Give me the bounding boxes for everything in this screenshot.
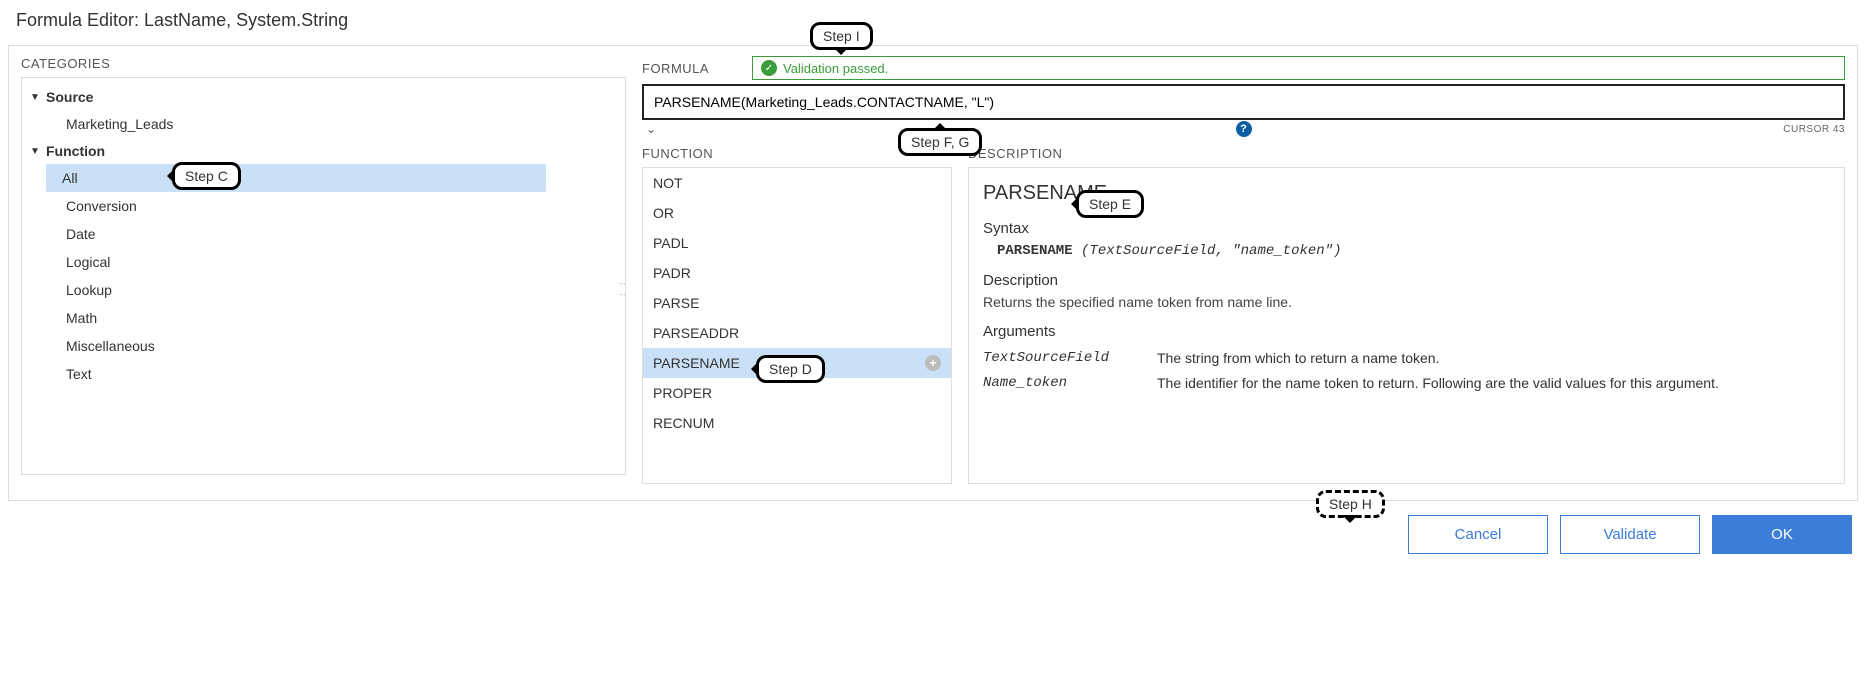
cancel-button[interactable]: Cancel — [1408, 515, 1548, 554]
validation-status: ✓ Validation passed. — [752, 56, 1845, 80]
source-item-marketing-leads[interactable]: Marketing_Leads — [26, 110, 621, 138]
callout-step-d: Step D — [756, 355, 825, 383]
check-icon: ✓ — [761, 60, 777, 76]
description-header: DESCRIPTION — [968, 146, 1845, 161]
function-item-parse[interactable]: PARSE — [643, 288, 951, 318]
callout-step-h: Step H — [1316, 490, 1385, 518]
main-panel: CATEGORIES ▼ Source Marketing_Leads ▼ Fu… — [8, 45, 1858, 501]
caret-down-icon: ▼ — [30, 92, 46, 103]
formula-column: FORMULA ✓ Validation passed. ⌄ ? CURSOR … — [642, 56, 1845, 484]
syntax-line: PARSENAME (TextSourceField, "name_token"… — [983, 241, 1830, 262]
desc-label: Description — [983, 270, 1830, 293]
function-item-conversion[interactable]: Conversion — [62, 192, 621, 220]
page-title: Formula Editor: LastName, System.String — [0, 0, 1866, 45]
chevron-down-icon[interactable]: ⌄ — [642, 122, 660, 136]
caret-down-icon: ▼ — [30, 146, 46, 157]
validate-button[interactable]: Validate — [1560, 515, 1700, 554]
function-item-miscellaneous[interactable]: Miscellaneous — [62, 332, 621, 360]
arg-desc: The string from which to return a name t… — [1157, 348, 1830, 369]
formula-label: FORMULA — [642, 61, 742, 76]
formula-input[interactable] — [642, 84, 1845, 120]
function-item-padl[interactable]: PADL — [643, 228, 951, 258]
syntax-label: Syntax — [983, 218, 1830, 241]
callout-step-fg: Step F, G — [898, 128, 982, 156]
function-item-parseaddr[interactable]: PARSEADDR — [643, 318, 951, 348]
plus-icon[interactable]: + — [925, 355, 941, 371]
function-item-not[interactable]: NOT — [643, 168, 951, 198]
categories-column: CATEGORIES ▼ Source Marketing_Leads ▼ Fu… — [21, 56, 626, 484]
tree-source[interactable]: ▼ Source — [26, 84, 621, 110]
function-item-logical[interactable]: Logical — [62, 248, 621, 276]
function-item-all[interactable]: All — [46, 164, 546, 192]
categories-box: ▼ Source Marketing_Leads ▼ Function All … — [21, 77, 626, 475]
desc-text: Returns the specified name token from na… — [983, 292, 1830, 313]
function-item-padr[interactable]: PADR — [643, 258, 951, 288]
callout-step-e: Step E — [1076, 190, 1144, 218]
function-item-text[interactable]: Text — [62, 360, 621, 388]
ok-button[interactable]: OK — [1712, 515, 1852, 554]
tree-function[interactable]: ▼ Function — [26, 138, 621, 164]
cursor-position: CURSOR 43 — [1783, 124, 1845, 135]
drag-handle-icon[interactable]: ⋮⋮ — [618, 278, 626, 300]
arg-name: Name_token — [983, 373, 1133, 394]
function-item-or[interactable]: OR — [643, 198, 951, 228]
function-item-lookup[interactable]: Lookup — [62, 276, 621, 304]
arg-row: Name_token The identifier for the name t… — [983, 373, 1830, 394]
categories-header: CATEGORIES — [21, 56, 626, 71]
function-item-recnum[interactable]: RECNUM — [643, 408, 951, 438]
callout-step-c: Step C — [172, 162, 241, 190]
callout-step-i: Step I — [810, 22, 873, 50]
arg-name: TextSourceField — [983, 348, 1133, 369]
function-item-more[interactable] — [643, 438, 951, 468]
function-list[interactable]: NOT OR PADL PADR PARSE PARSEADDR PARSENA… — [642, 167, 952, 484]
arg-row: TextSourceField The string from which to… — [983, 348, 1830, 369]
tree-source-label: Source — [46, 89, 93, 105]
tree-function-label: Function — [46, 143, 105, 159]
help-icon[interactable]: ? — [1236, 121, 1252, 137]
args-label: Arguments — [983, 321, 1830, 344]
function-item-math[interactable]: Math — [62, 304, 621, 332]
button-bar: Cancel Validate OK — [0, 501, 1866, 554]
function-item-date[interactable]: Date — [62, 220, 621, 248]
arg-desc: The identifier for the name token to ret… — [1157, 373, 1830, 394]
